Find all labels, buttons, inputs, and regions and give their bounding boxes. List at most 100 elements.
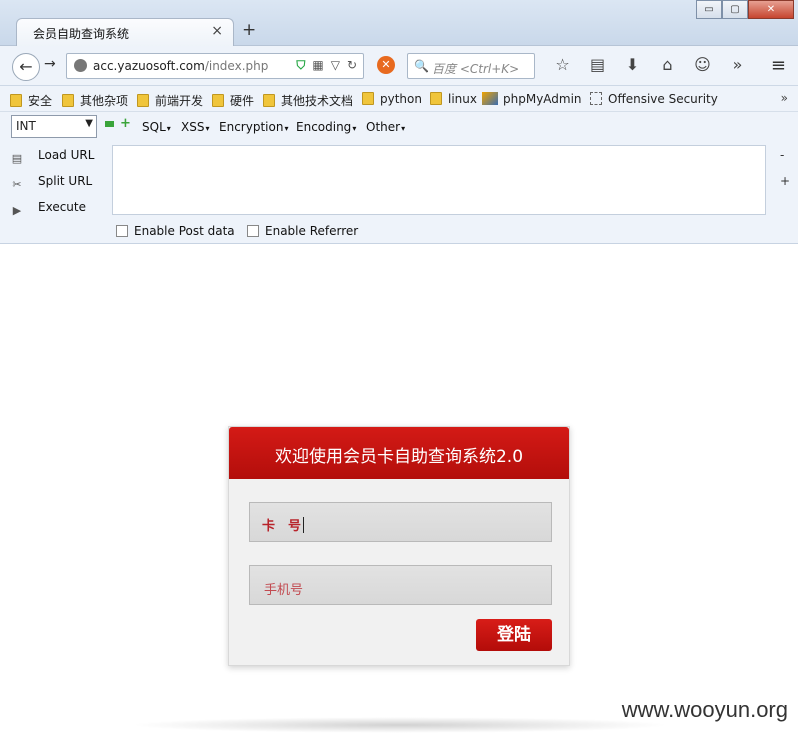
bookmark-label: Offensive Security bbox=[608, 92, 718, 106]
login-title: 欢迎使用会员卡自助查询系统2.0 bbox=[274, 447, 524, 467]
card-number-label: 卡 号 bbox=[262, 515, 305, 534]
bookmark-label: phpMyAdmin bbox=[503, 92, 582, 106]
url-textarea[interactable] bbox=[112, 145, 766, 215]
hackbar-menu: INT ▼ + SQL XSS Encryption Encoding Othe… bbox=[0, 112, 798, 142]
increase-icon[interactable]: + bbox=[120, 117, 131, 130]
bookmark-folder-linux[interactable]: linux bbox=[430, 92, 477, 106]
other-menu[interactable]: Other bbox=[366, 120, 405, 134]
bookmark-folder-hardware[interactable]: 硬件 bbox=[212, 92, 254, 109]
bookmark-offensive-security[interactable]: Offensive Security bbox=[590, 92, 718, 106]
text-caret bbox=[303, 517, 305, 533]
watermark: www.wooyun.org bbox=[621, 697, 788, 722]
bookmark-folder-python[interactable]: python bbox=[362, 92, 422, 106]
card-number-field[interactable]: 卡 号 bbox=[249, 502, 552, 542]
referrer-checkbox[interactable]: Enable Referrer bbox=[247, 224, 358, 238]
reload-icon[interactable]: ↻ bbox=[347, 58, 357, 73]
hackbar-panel: ▤ Load URL ✂ Split URL ▶ Execute - + Enable… bbox=[0, 142, 798, 244]
folder-icon bbox=[430, 92, 442, 105]
globe-icon bbox=[74, 59, 87, 72]
folder-icon bbox=[212, 94, 224, 107]
download-icon[interactable]: ⬇ bbox=[615, 55, 650, 74]
bookmark-label: 前端开发 bbox=[155, 94, 204, 108]
url-path: /index.php bbox=[204, 59, 269, 73]
load-url-icon: ▤ bbox=[11, 152, 23, 165]
tab-close-icon[interactable]: × bbox=[211, 23, 223, 39]
search-icon: 🔍 bbox=[414, 59, 429, 73]
split-url-button[interactable]: ✂ Split URL bbox=[10, 174, 92, 192]
grow-button[interactable]: + bbox=[780, 174, 790, 188]
execute-label: Execute bbox=[38, 200, 86, 214]
phone-number-field[interactable]: 手机号 bbox=[249, 565, 552, 605]
split-url-label: Split URL bbox=[38, 174, 93, 188]
maximize-button[interactable]: ▢ bbox=[722, 0, 748, 19]
xss-menu[interactable]: XSS bbox=[181, 120, 209, 134]
url-host: acc.yazuosoft.com bbox=[93, 59, 205, 73]
back-button[interactable]: ← bbox=[12, 53, 40, 81]
int-select-value: INT bbox=[16, 119, 36, 133]
login-button[interactable]: 登陆 bbox=[476, 619, 552, 651]
bookmark-folder-security[interactable]: 安全 bbox=[10, 92, 52, 109]
execute-button[interactable]: ▶ Execute bbox=[10, 200, 86, 218]
bookmark-label: 安全 bbox=[28, 94, 53, 108]
tab-title: 会员自助查询系统 bbox=[33, 27, 130, 41]
post-data-checkbox[interactable]: Enable Post data bbox=[116, 224, 235, 238]
bookmark-label: 其他杂项 bbox=[80, 94, 129, 108]
browser-tab[interactable]: 会员自助查询系统 × bbox=[16, 18, 234, 47]
post-data-label: Enable Post data bbox=[134, 224, 235, 238]
smiley-icon[interactable]: ☺ bbox=[685, 55, 720, 74]
shield-icon[interactable]: ⛉ bbox=[296, 58, 305, 73]
hamburger-menu-icon[interactable]: ≡ bbox=[771, 55, 786, 76]
bookmark-folder-misc[interactable]: 其他杂项 bbox=[62, 92, 128, 109]
int-select[interactable]: INT ▼ bbox=[11, 115, 97, 138]
bookmark-label: python bbox=[380, 92, 422, 106]
noscript-icon[interactable]: ✕ bbox=[377, 56, 395, 74]
decrease-icon[interactable] bbox=[105, 121, 114, 127]
home-icon[interactable]: ⌂ bbox=[650, 55, 685, 74]
bookmarks-bar: 安全 其他杂项 前端开发 硬件 其他技术文档 python linux phpM… bbox=[0, 86, 798, 112]
scissors-icon: ✂ bbox=[12, 178, 22, 191]
toolbar-icons: ☆ ▤ ⬇ ⌂ ☺ » bbox=[545, 55, 755, 74]
sql-menu[interactable]: SQL bbox=[142, 120, 171, 134]
checkbox-icon bbox=[116, 225, 128, 237]
new-tab-button[interactable]: + bbox=[242, 20, 256, 40]
shrink-button[interactable]: - bbox=[780, 148, 784, 162]
folder-icon bbox=[10, 94, 22, 107]
bookmark-folder-docs[interactable]: 其他技术文档 bbox=[263, 92, 353, 109]
folder-icon bbox=[263, 94, 275, 107]
bookmark-label: 其他技术文档 bbox=[281, 94, 354, 108]
load-url-label: Load URL bbox=[38, 148, 95, 162]
phpmyadmin-icon bbox=[482, 92, 498, 105]
encoding-menu[interactable]: Encoding bbox=[296, 120, 356, 134]
search-placeholder: 百度 <Ctrl+K> bbox=[432, 62, 520, 76]
overflow-chevron-icon[interactable]: » bbox=[720, 55, 755, 74]
page-shadow bbox=[130, 717, 670, 733]
url-text[interactable]: acc.yazuosoft.com/index.php bbox=[93, 59, 268, 73]
referrer-label: Enable Referrer bbox=[265, 224, 359, 238]
title-bar: 会员自助查询系统 × + ▭ ▢ ✕ bbox=[0, 0, 798, 47]
page-content: 欢迎使用会员卡自助查询系统2.0 卡 号 手机号 登陆 www.wooyun.o… bbox=[0, 245, 798, 739]
page-icon bbox=[590, 92, 602, 105]
dropdown-arrow-icon: ▼ bbox=[85, 118, 93, 129]
qr-code-icon[interactable]: ▦ bbox=[312, 58, 323, 73]
bookmarks-more-icon[interactable]: » bbox=[781, 91, 788, 105]
login-header: 欢迎使用会员卡自助查询系统2.0 bbox=[229, 427, 569, 479]
dropdown-arrow-icon[interactable]: ▽ bbox=[331, 58, 340, 73]
address-bar[interactable]: acc.yazuosoft.com/index.php ⛉ ▦ ▽ ↻ bbox=[66, 53, 364, 79]
close-window-button[interactable]: ✕ bbox=[748, 0, 794, 19]
bookmark-folder-frontend[interactable]: 前端开发 bbox=[137, 92, 203, 109]
search-box[interactable]: 🔍 百度 <Ctrl+K> bbox=[407, 53, 535, 79]
navigation-bar: ← → acc.yazuosoft.com/index.php ⛉ ▦ ▽ ↻ … bbox=[0, 46, 798, 86]
folder-icon bbox=[362, 92, 374, 105]
load-url-button[interactable]: ▤ Load URL bbox=[10, 148, 95, 166]
bookmark-label: linux bbox=[448, 92, 477, 106]
login-card: 欢迎使用会员卡自助查询系统2.0 卡 号 手机号 登陆 bbox=[228, 426, 570, 666]
bookmark-phpmyadmin[interactable]: phpMyAdmin bbox=[482, 92, 582, 106]
forward-button[interactable]: → bbox=[44, 56, 56, 72]
folder-icon bbox=[62, 94, 74, 107]
bookmark-star-icon[interactable]: ☆ bbox=[545, 55, 580, 74]
minimize-button[interactable]: ▭ bbox=[696, 0, 722, 19]
reading-list-icon[interactable]: ▤ bbox=[580, 55, 615, 74]
window-controls: ▭ ▢ ✕ bbox=[696, 0, 794, 19]
bookmark-label: 硬件 bbox=[230, 94, 255, 108]
encryption-menu[interactable]: Encryption bbox=[219, 120, 288, 134]
